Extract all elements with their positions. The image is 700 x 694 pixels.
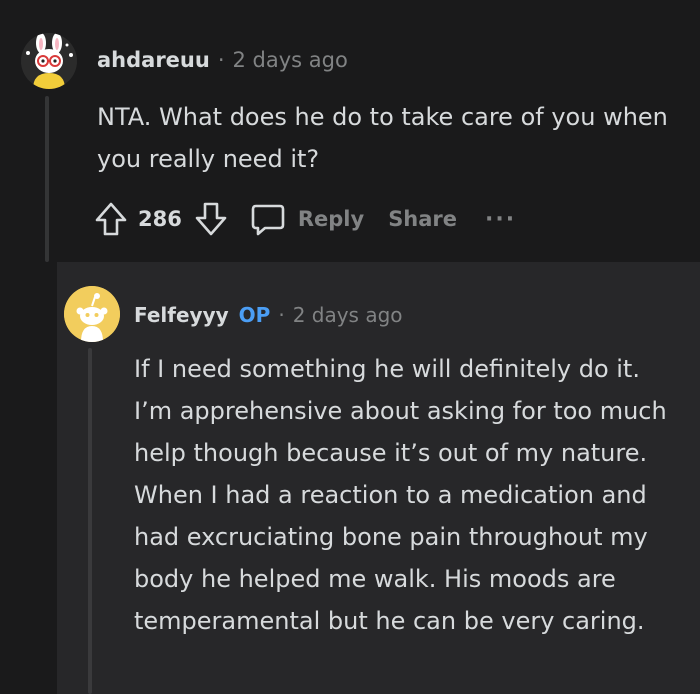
comment-top: ahdareuu · 2 days ago NTA. What does he … xyxy=(0,0,700,262)
meta-separator: · xyxy=(217,48,225,72)
avatar-snoo-yellow-icon xyxy=(64,286,120,342)
comment-reply: Felfeyyy OP · 2 days ago If I need somet… xyxy=(57,262,700,694)
comment-body: If I need something he will definitely d… xyxy=(134,355,667,635)
vote-count: 286 xyxy=(138,207,182,231)
more-options-button[interactable]: ··· xyxy=(485,207,516,232)
timestamp[interactable]: 2 days ago xyxy=(293,303,403,327)
comment-body: NTA. What does he do to take care of you… xyxy=(97,103,668,173)
avatar[interactable] xyxy=(21,33,77,89)
share-button[interactable]: Share xyxy=(388,207,457,231)
reply-button[interactable]: Reply xyxy=(250,201,364,237)
avatar-bunny-glasses-icon xyxy=(21,33,77,89)
comment-thread: ahdareuu · 2 days ago NTA. What does he … xyxy=(0,0,700,694)
timestamp[interactable]: 2 days ago xyxy=(233,48,348,72)
comment-bubble-icon xyxy=(251,204,285,236)
avatar[interactable] xyxy=(64,286,120,342)
upvote-icon[interactable] xyxy=(94,201,128,237)
meta-separator: · xyxy=(278,303,285,327)
comment-actions: 286 Reply Share ··· xyxy=(94,196,516,242)
op-badge: OP xyxy=(238,303,271,327)
comment-meta: ahdareuu · 2 days ago xyxy=(97,44,348,76)
thread-collapse-line[interactable] xyxy=(45,96,49,262)
thread-collapse-line[interactable] xyxy=(88,348,92,694)
comment-meta: Felfeyyy OP · 2 days ago xyxy=(134,300,403,330)
downvote-icon[interactable] xyxy=(194,201,228,237)
reply-label: Reply xyxy=(297,207,365,231)
username[interactable]: ahdareuu xyxy=(97,48,210,72)
username[interactable]: Felfeyyy xyxy=(134,303,229,327)
